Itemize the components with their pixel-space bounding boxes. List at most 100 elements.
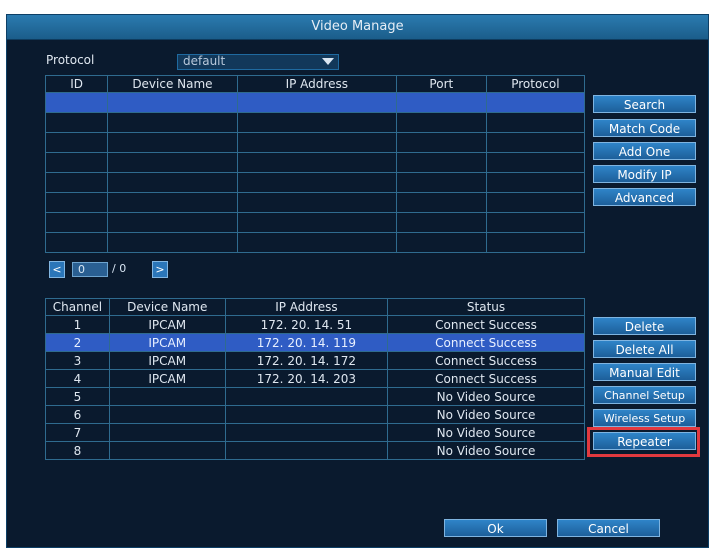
channel-row[interactable]: 2 IPCAM 172. 20. 14. 119 Connect Success xyxy=(45,333,585,352)
cell xyxy=(108,423,226,442)
chevron-right-icon[interactable]: > xyxy=(152,261,168,278)
cell xyxy=(485,232,586,253)
cell xyxy=(485,192,586,213)
cell: Connect Success xyxy=(387,315,585,334)
cell xyxy=(485,132,586,153)
device-row[interactable] xyxy=(44,152,586,173)
cell xyxy=(236,132,397,153)
cell xyxy=(236,112,397,133)
cell xyxy=(395,172,487,193)
cell xyxy=(44,152,109,173)
device-table: ID Device Name IP Address Port Protocol xyxy=(44,75,586,253)
cell xyxy=(108,441,226,460)
cell xyxy=(395,212,487,233)
cell xyxy=(107,132,238,153)
header-port: Port xyxy=(395,75,487,93)
add-one-button[interactable]: Add One xyxy=(593,142,696,160)
cell xyxy=(395,152,487,173)
cell: 7 xyxy=(45,423,110,442)
wireless-setup-button[interactable]: Wireless Setup xyxy=(593,409,696,427)
device-row[interactable] xyxy=(44,132,586,153)
header-protocol: Protocol xyxy=(485,75,586,93)
channel-row[interactable]: 5 No Video Source xyxy=(45,387,585,406)
cell xyxy=(107,172,238,193)
video-manage-window: Video Manage Protocol default ID Device … xyxy=(6,14,709,548)
channel-row[interactable]: 4 IPCAM 172. 20. 14. 203 Connect Success xyxy=(45,369,585,388)
cell xyxy=(395,132,487,153)
cell: 172. 20. 14. 119 xyxy=(224,333,389,352)
page-number-field[interactable]: 0 xyxy=(72,262,108,277)
cell xyxy=(485,152,586,173)
channel-row[interactable]: 3 IPCAM 172. 20. 14. 172 Connect Success xyxy=(45,351,585,370)
device-table-header: ID Device Name IP Address Port Protocol xyxy=(44,75,586,93)
cell xyxy=(44,172,109,193)
device-row[interactable] xyxy=(44,172,586,193)
search-button[interactable]: Search xyxy=(593,95,696,113)
cell: Connect Success xyxy=(387,369,585,388)
cell xyxy=(485,92,586,113)
cell: No Video Source xyxy=(387,387,585,406)
cell xyxy=(236,192,397,213)
header-device-name: Device Name xyxy=(107,75,238,93)
cell: IPCAM xyxy=(108,333,226,352)
header-channel: Channel xyxy=(45,298,110,316)
chevron-left-icon[interactable]: < xyxy=(49,261,65,278)
title-bar: Video Manage xyxy=(7,15,708,40)
cell: 1 xyxy=(45,315,110,334)
caret-down-icon xyxy=(322,58,334,65)
manual-edit-button[interactable]: Manual Edit xyxy=(593,363,696,381)
cell xyxy=(44,232,109,253)
cell xyxy=(44,92,109,113)
cell: No Video Source xyxy=(387,441,585,460)
cell xyxy=(236,212,397,233)
ok-button[interactable]: Ok xyxy=(444,519,547,537)
channel-row[interactable]: 8 No Video Source xyxy=(45,441,585,460)
delete-button[interactable]: Delete xyxy=(593,317,696,335)
page-total: 0 xyxy=(119,262,127,275)
cell: Connect Success xyxy=(387,333,585,352)
device-row[interactable] xyxy=(44,232,586,253)
cell xyxy=(236,152,397,173)
protocol-value: default xyxy=(183,54,226,68)
cell xyxy=(108,405,226,424)
cell xyxy=(485,112,586,133)
cell: No Video Source xyxy=(387,423,585,442)
cell: IPCAM xyxy=(108,315,226,334)
device-row[interactable] xyxy=(44,112,586,133)
cell xyxy=(224,387,389,406)
cell xyxy=(107,92,238,113)
cell xyxy=(44,112,109,133)
channel-row[interactable]: 6 No Video Source xyxy=(45,405,585,424)
cell: 172. 20. 14. 51 xyxy=(224,315,389,334)
cell xyxy=(395,112,487,133)
cell xyxy=(44,192,109,213)
cell xyxy=(108,387,226,406)
cancel-button[interactable]: Cancel xyxy=(557,519,660,537)
device-row[interactable] xyxy=(44,192,586,213)
channel-table: Channel Device Name IP Address Status 1I… xyxy=(45,298,585,460)
channel-row[interactable]: 1 IPCAM 172. 20. 14. 51 Connect Success xyxy=(45,315,585,334)
channel-setup-button[interactable]: Channel Setup xyxy=(593,386,696,404)
header-ip-address: IP Address xyxy=(224,298,389,316)
modify-ip-button[interactable]: Modify IP xyxy=(593,165,696,183)
delete-all-button[interactable]: Delete All xyxy=(593,340,696,358)
cell xyxy=(107,152,238,173)
channel-row[interactable]: 7 No Video Source xyxy=(45,423,585,442)
device-row[interactable] xyxy=(44,212,586,233)
cell: IPCAM xyxy=(108,369,226,388)
cell: IPCAM xyxy=(108,351,226,370)
match-code-button[interactable]: Match Code xyxy=(593,119,696,137)
cell xyxy=(395,232,487,253)
device-row[interactable] xyxy=(44,92,586,113)
cell: 8 xyxy=(45,441,110,460)
cell xyxy=(224,423,389,442)
cell xyxy=(485,172,586,193)
cell xyxy=(236,92,397,113)
cell xyxy=(224,441,389,460)
cell: 4 xyxy=(45,369,110,388)
cell xyxy=(395,192,487,213)
header-id: ID xyxy=(44,75,109,93)
protocol-dropdown[interactable]: default xyxy=(177,54,339,70)
advanced-button[interactable]: Advanced xyxy=(593,188,696,206)
cell xyxy=(395,92,487,113)
